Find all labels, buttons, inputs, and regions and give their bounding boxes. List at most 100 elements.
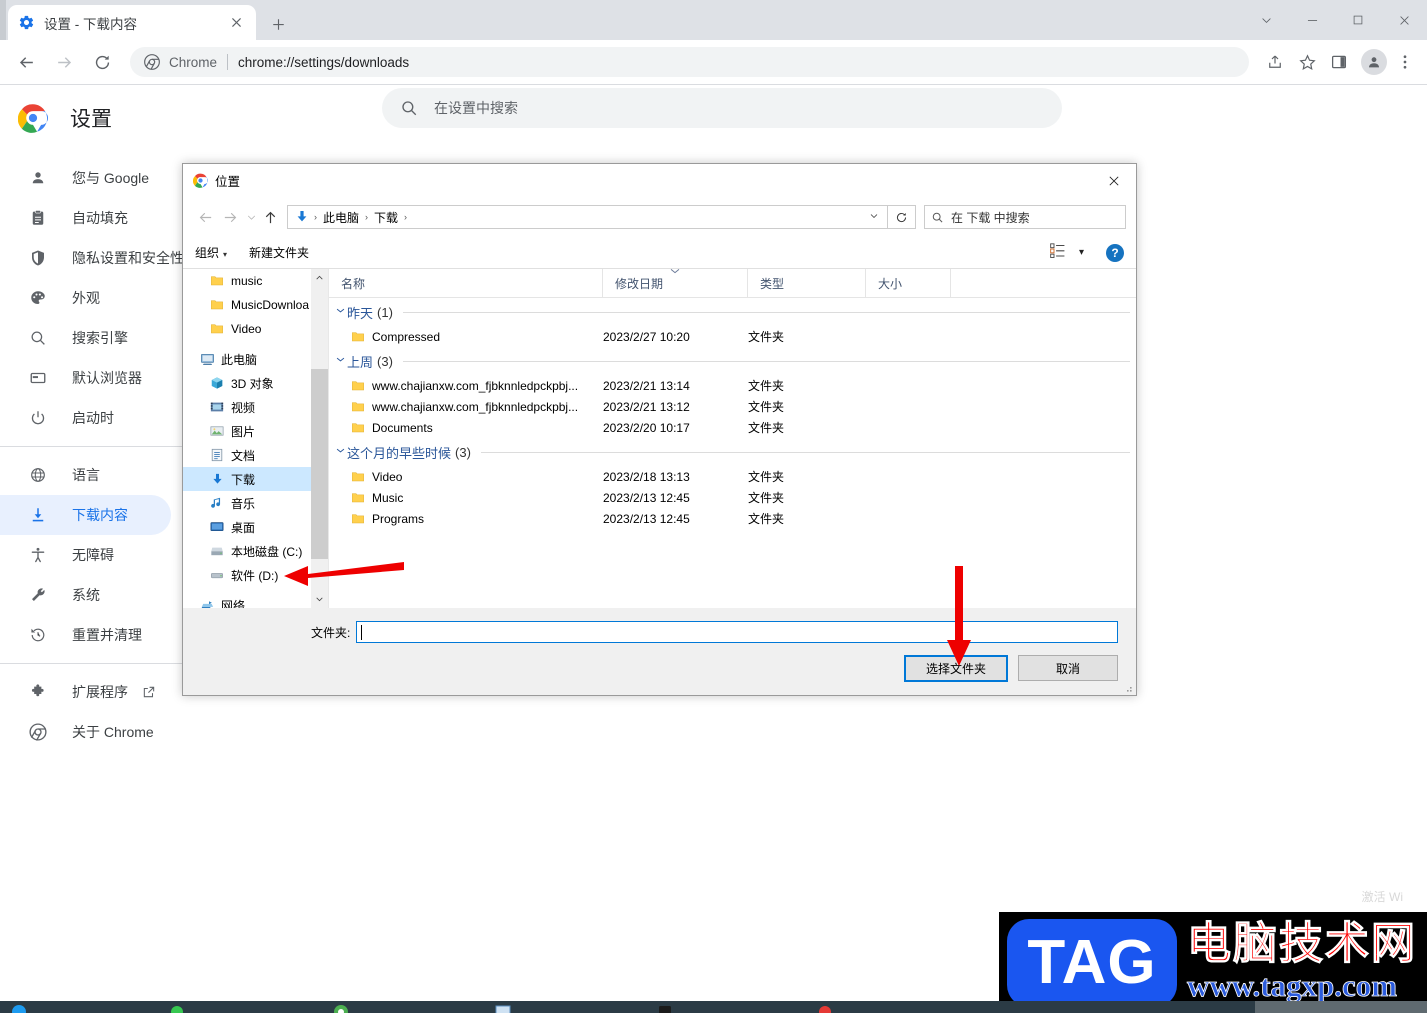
- minimize-button[interactable]: [1289, 0, 1335, 40]
- chevron-down-icon[interactable]: [333, 306, 347, 318]
- recent-locations-chevron-down-icon[interactable]: [243, 205, 259, 230]
- sidebar-item-privacy-security[interactable]: 隐私设置和安全性: [0, 238, 184, 278]
- scroll-up-icon[interactable]: [311, 269, 328, 286]
- folder-name-input[interactable]: [356, 621, 1118, 643]
- sidebar-item-languages[interactable]: 语言: [0, 455, 171, 495]
- resize-grip-icon[interactable]: [1123, 683, 1133, 693]
- tree-item-network[interactable]: 网络: [183, 593, 328, 608]
- sidebar-item-accessibility[interactable]: 无障碍: [0, 535, 171, 575]
- help-icon[interactable]: ?: [1106, 243, 1124, 262]
- tree-item-this-pc[interactable]: 此电脑: [183, 347, 328, 371]
- table-row[interactable]: www.chajianxw.com_fjbknnledpckpbj... 202…: [329, 375, 1136, 396]
- file-group-header[interactable]: 这个月的早些时候 (3): [329, 438, 1136, 466]
- sidebar-item-system[interactable]: 系统: [0, 575, 171, 615]
- tree-item-software-disk-d[interactable]: 软件 (D:): [183, 563, 328, 587]
- up-one-level-icon[interactable]: [259, 205, 281, 230]
- tree-item-desktop[interactable]: 桌面: [183, 515, 328, 539]
- dialog-navigation-bar: › 此电脑 › 下载 › 在 下载 中搜索: [183, 197, 1136, 237]
- table-row[interactable]: Programs 2023/2/13 12:45 文件夹: [329, 508, 1136, 529]
- table-row[interactable]: Music 2023/2/13 12:45 文件夹: [329, 487, 1136, 508]
- forward-arrow-icon[interactable]: [218, 205, 243, 230]
- sidebar-item-label: 自动填充: [72, 210, 128, 226]
- sidebar-item-extensions[interactable]: 扩展程序: [0, 672, 171, 712]
- sidebar-item-on-startup[interactable]: 启动时: [0, 398, 171, 438]
- breadcrumb-item-this-pc[interactable]: 此电脑: [319, 209, 363, 226]
- sidebar-item-you-and-google[interactable]: 您与 Google: [0, 158, 171, 198]
- table-row[interactable]: Video 2023/2/18 13:13 文件夹: [329, 466, 1136, 487]
- tree-item-local-disk-c[interactable]: 本地磁盘 (C:): [183, 539, 328, 563]
- taskbar-icon-twitter[interactable]: [10, 1001, 28, 1013]
- dialog-search-input[interactable]: 在 下载 中搜索: [924, 205, 1126, 229]
- column-header-name[interactable]: 名称: [329, 269, 603, 297]
- security-chip-label: Chrome: [169, 54, 218, 70]
- chevron-down-icon[interactable]: [333, 355, 347, 367]
- close-icon[interactable]: [1091, 164, 1136, 197]
- side-panel-icon[interactable]: [1325, 48, 1353, 76]
- tree-item-documents[interactable]: 文档: [183, 443, 328, 467]
- sidebar-item-appearance[interactable]: 外观: [0, 278, 171, 318]
- sidebar-item-default-browser[interactable]: 默认浏览器: [0, 358, 171, 398]
- breadcrumb-item-downloads[interactable]: 下载: [370, 209, 402, 226]
- chevron-down-icon[interactable]: [333, 446, 347, 458]
- maximize-button[interactable]: [1335, 0, 1381, 40]
- share-icon[interactable]: [1261, 48, 1289, 76]
- close-window-button[interactable]: [1381, 0, 1427, 40]
- browser-tab[interactable]: 设置 - 下载内容: [8, 5, 256, 40]
- folder-icon: [351, 330, 365, 344]
- view-mode-chevron-down-icon[interactable]: ▾: [1079, 247, 1084, 258]
- sidebar-item-about-chrome[interactable]: 关于 Chrome: [0, 712, 171, 752]
- sidebar-item-autofill[interactable]: 自动填充: [0, 198, 171, 238]
- tree-scrollbar[interactable]: [311, 269, 328, 608]
- refresh-button[interactable]: [888, 205, 916, 229]
- chevron-down-icon[interactable]: [1243, 0, 1289, 40]
- tree-item-musicdownload-folder[interactable]: MusicDownloa: [183, 293, 328, 317]
- sidebar-item-reset-cleanup[interactable]: 重置并清理: [0, 615, 171, 655]
- scroll-down-icon[interactable]: [311, 591, 328, 608]
- tree-item-videos[interactable]: 视频: [183, 395, 328, 419]
- back-arrow-icon[interactable]: [12, 48, 40, 76]
- breadcrumb-dropdown-chevron-down-icon[interactable]: [864, 211, 884, 224]
- tree-item-music[interactable]: 音乐: [183, 491, 328, 515]
- organize-button[interactable]: 组织 ▾: [195, 244, 227, 261]
- dialog-title: 位置: [215, 175, 241, 189]
- tree-item-music-folder[interactable]: music: [183, 269, 328, 293]
- table-row[interactable]: Compressed 2023/2/27 10:20 文件夹: [329, 326, 1136, 347]
- taskbar-icon-green-app[interactable]: [168, 1001, 186, 1013]
- reload-icon[interactable]: [88, 48, 116, 76]
- tree-item-3d-objects[interactable]: 3D 对象: [183, 371, 328, 395]
- back-arrow-icon[interactable]: [193, 205, 218, 230]
- taskbar-system-tray[interactable]: [1255, 1001, 1427, 1013]
- new-folder-button[interactable]: 新建文件夹: [249, 244, 309, 261]
- table-row[interactable]: www.chajianxw.com_fjbknnledpckpbj... 202…: [329, 396, 1136, 417]
- select-folder-button[interactable]: 选择文件夹: [904, 655, 1008, 682]
- sidebar-item-search-engine[interactable]: 搜索引擎: [0, 318, 171, 358]
- scrollbar-thumb[interactable]: [311, 369, 328, 559]
- breadcrumb[interactable]: › 此电脑 › 下载 ›: [287, 205, 888, 229]
- new-tab-button[interactable]: [264, 10, 292, 38]
- close-icon[interactable]: [226, 13, 246, 33]
- tab-strip-edge: [0, 0, 6, 40]
- sidebar-item-label: 关于 Chrome: [72, 724, 154, 740]
- tree-item-pictures[interactable]: 图片: [183, 419, 328, 443]
- taskbar-icon-dark-app[interactable]: [656, 1001, 674, 1013]
- tree-item-video-folder[interactable]: Video: [183, 317, 328, 341]
- star-icon[interactable]: [1293, 48, 1321, 76]
- column-header-type[interactable]: 类型: [748, 269, 866, 297]
- file-group-header[interactable]: 昨天 (1): [329, 298, 1136, 326]
- file-group-header[interactable]: 上周 (3): [329, 347, 1136, 375]
- profile-avatar-icon[interactable]: [1361, 49, 1387, 75]
- settings-search-input[interactable]: 在设置中搜索: [382, 88, 1062, 128]
- table-row[interactable]: Documents 2023/2/20 10:17 文件夹: [329, 417, 1136, 438]
- taskbar-icon-chrome[interactable]: [332, 1001, 350, 1013]
- cancel-button[interactable]: 取消: [1018, 655, 1118, 681]
- column-header-date-modified[interactable]: 修改日期: [603, 269, 748, 297]
- view-mode-icon[interactable]: [1049, 242, 1069, 264]
- three-dot-menu-icon[interactable]: [1391, 48, 1419, 76]
- address-bar[interactable]: Chrome chrome://settings/downloads: [130, 47, 1249, 77]
- taskbar-icon-red-app[interactable]: [816, 1001, 834, 1013]
- sidebar-item-downloads[interactable]: 下载内容: [0, 495, 171, 535]
- forward-arrow-icon[interactable]: [50, 48, 78, 76]
- column-header-size[interactable]: 大小: [866, 269, 951, 297]
- tree-item-downloads[interactable]: 下载: [183, 467, 328, 491]
- taskbar-icon-explorer[interactable]: [494, 1001, 512, 1013]
